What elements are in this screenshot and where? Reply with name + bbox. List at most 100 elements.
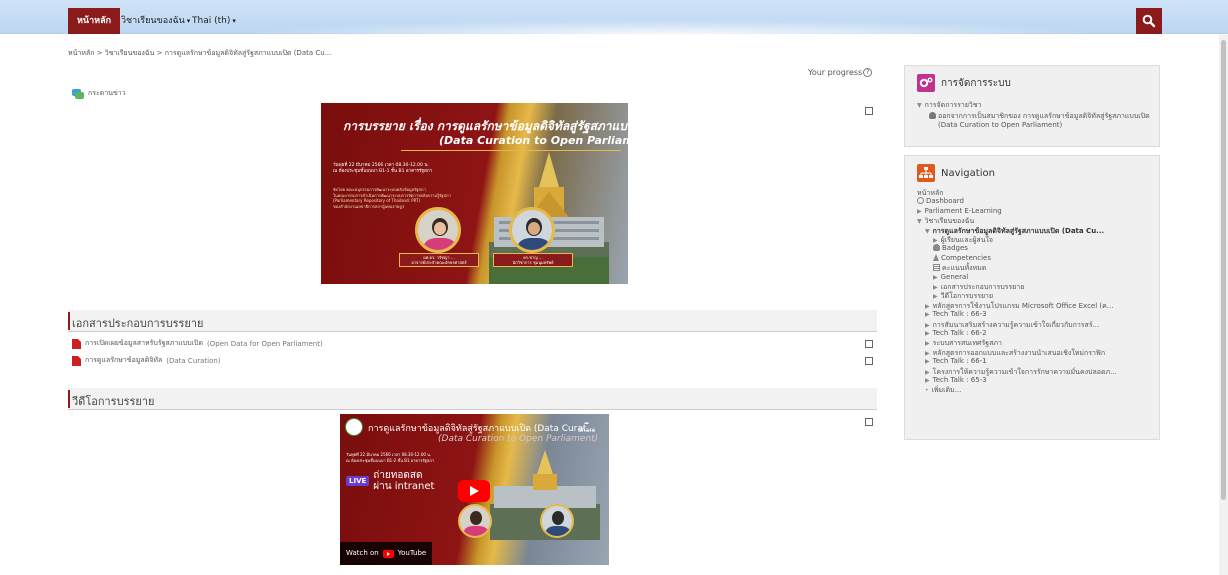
- speaker-2-photo: [540, 504, 574, 538]
- collapsed-icon: ▶: [925, 330, 930, 337]
- nav-item-label: Tech Talk : 66-2: [932, 329, 987, 337]
- breadcrumb[interactable]: หน้าหลัก > วิชาเรียนของฉัน > การดูแลรักษ…: [68, 48, 331, 59]
- nav-item-label: การสัมนาเสริมสร้างความรู้ความเข้าใจเกี่ย…: [932, 320, 1100, 329]
- section-accent: [68, 390, 70, 408]
- collapsed-icon: ▶: [925, 377, 930, 384]
- help-icon[interactable]: ?: [863, 68, 873, 77]
- nav-language-menu[interactable]: Thai (th) ▾: [192, 8, 236, 34]
- unenrol-course-name: (Data Curation to Open Parliament): [938, 121, 1063, 129]
- course-admin-label: การจัดการรายวิชา: [924, 101, 982, 109]
- nav-item-label: Dashboard: [926, 197, 964, 206]
- search-button[interactable]: [1136, 8, 1162, 34]
- nav-item-label: General: [940, 272, 969, 281]
- nav-item-label: ผู้เรียนและผู้สนใจ: [940, 236, 994, 244]
- banner-venue: ณ ห้องประชุมชั้นบนบา B1-1 ชั้น B1 อาคารร…: [333, 169, 433, 174]
- banner-subtitle: (Data Curation to Open Parliament): [439, 134, 628, 147]
- nav-language-label: Thai (th): [192, 16, 231, 26]
- nav-home-link[interactable]: หน้าหลัก: [68, 8, 121, 34]
- collapsed-icon: ▶: [917, 207, 922, 215]
- cogs-icon: [917, 74, 935, 92]
- scrollbar-thumb[interactable]: [1221, 40, 1226, 500]
- resource-suffix: (Open Data for Open Parliament): [207, 339, 323, 348]
- live-indicator: LIVE ถ่ายทอดสด ผ่าน intranet: [346, 470, 434, 492]
- live-text-line1: ถ่ายทอดสด: [373, 470, 423, 481]
- collapsed-icon: ▶: [933, 293, 938, 301]
- news-forum-label: กระดานข่าว: [88, 89, 126, 97]
- course-admin-node[interactable]: ▼ การจัดการรายวิชา: [917, 100, 982, 111]
- bullet-icon: •: [925, 387, 929, 395]
- banner-organizer-info: จัดโดย คณะอนุกรรมการพัฒนาระบบคลังข้อมูลร…: [333, 187, 451, 209]
- badge-icon: [933, 244, 940, 252]
- completion-checkbox[interactable]: [865, 357, 873, 365]
- grades-icon: [933, 264, 940, 272]
- collapsed-icon: ▶: [925, 349, 930, 357]
- speaker-1-photo: [415, 207, 461, 253]
- speaker-1-nameplate: ผศ.ดร. วรัชญา ... อาจารย์ประจำคณะอักษรศา…: [399, 253, 479, 267]
- completion-checkbox[interactable]: [865, 418, 873, 426]
- nav-item[interactable]: Dashboard: [917, 197, 964, 205]
- live-text: ถ่ายทอดสด ผ่าน intranet: [373, 470, 434, 492]
- watch-on-label: Watch on: [346, 549, 379, 557]
- navbar-decoration: [240, 20, 1100, 48]
- nav-item-label: เอกสารประกอบการบรรยาย: [940, 283, 1025, 291]
- nav-item[interactable]: ▶ Tech Talk : 66-3: [925, 310, 987, 318]
- nav-item[interactable]: ▶ Tech Talk : 66-2: [925, 329, 987, 337]
- sitemap-icon: [917, 164, 935, 182]
- block-title: Navigation: [941, 167, 995, 179]
- completion-checkbox[interactable]: [865, 107, 873, 115]
- nav-item-label: ระบบสารสนเทศรัฐสภา: [932, 339, 1002, 348]
- collapsed-icon: ▶: [925, 358, 930, 366]
- nav-item[interactable]: • เพิ่มเติม...: [925, 385, 961, 396]
- section-lecture-video: วีดีโอการบรรยาย: [68, 388, 877, 410]
- share-button[interactable]: ➦ Share: [578, 420, 595, 434]
- expanded-icon: ▼: [917, 218, 922, 226]
- collapsed-icon: ▶: [925, 321, 930, 329]
- competencies-icon: [933, 253, 939, 261]
- resource-data-curation-link[interactable]: การดูแลรักษาข้อมูลดิจิทัล (Data Curation…: [72, 355, 221, 366]
- navigation-block: Navigation หน้าหลัก Dashboard ▶ Parliament …: [904, 155, 1160, 440]
- collapsed-icon: ▶: [925, 340, 930, 348]
- nav-my-courses-label: วิชาเรียนของฉัน: [121, 16, 185, 26]
- news-forum-link[interactable]: กระดานข่าว: [72, 88, 126, 99]
- youtube-video-embed[interactable]: การดูแลรักษาข้อมูลดิจิทัลสู่รัฐสภาแบบเปิ…: [340, 414, 609, 565]
- pdf-icon: [72, 338, 81, 349]
- administration-block: การจัดการระบบ ▼ การจัดการรายวิชา ออกจากกา…: [904, 65, 1160, 147]
- completion-checkbox[interactable]: [865, 340, 873, 348]
- speaker-2-photo: [509, 207, 555, 253]
- nav-item-label: หลักสูตรการใช้งานโปรแกรม Microsoft Offic…: [932, 301, 1114, 310]
- nav-item[interactable]: Competencies: [933, 253, 991, 262]
- progress-label: Your progress: [808, 68, 863, 77]
- speaker-1-photo: [458, 504, 492, 538]
- collapsed-icon: ▶: [925, 302, 930, 310]
- nav-item-label: โครงการให้ความรู้ความเข้าใจการรักษาความม…: [932, 367, 1117, 376]
- collapsed-icon: ▶: [933, 273, 938, 281]
- caret-down-icon: ▾: [232, 17, 236, 25]
- nav-item-label: หลักสูตรการออกแบบและสร้างงานนำเสนอเชิงให…: [932, 348, 1106, 357]
- search-icon: [1142, 14, 1156, 28]
- play-button[interactable]: [458, 480, 490, 502]
- collapsed-icon: ▶: [925, 311, 930, 319]
- nav-item[interactable]: ▶ Parliament E-Learning: [917, 207, 1002, 215]
- nav-item[interactable]: ▶ Tech Talk : 66-1: [925, 357, 987, 365]
- nav-item-label: วิชาเรียนของฉัน: [924, 217, 975, 226]
- block-title: การจัดการระบบ: [941, 77, 1011, 89]
- top-navbar: หน้าหลัก วิชาเรียนของฉัน ▾ Thai (th) ▾: [0, 0, 1228, 48]
- watch-on-youtube-button[interactable]: Watch on YouTube: [340, 542, 433, 565]
- channel-logo[interactable]: [345, 418, 363, 436]
- youtube-icon: [382, 549, 394, 558]
- resource-label: การเปิดเผยข้อมูลสาหรับรัฐสภาแบบเปิด: [85, 339, 204, 347]
- section-title: เอกสารประกอบการบรรยาย: [72, 317, 204, 330]
- nav-my-courses-menu[interactable]: วิชาเรียนของฉัน ▾: [121, 8, 190, 34]
- video-title[interactable]: การดูแลรักษาข้อมูลดิจิทัลสู่รัฐสภาแบบเปิ…: [368, 421, 595, 435]
- resource-label: การดูแลรักษาข้อมูลดิจิทัล: [85, 356, 163, 364]
- nav-item[interactable]: ▶ Tech Talk : 65-3: [925, 376, 987, 384]
- nav-item-label: หน้าหลัก: [917, 189, 944, 197]
- section-lecture-documents: เอกสารประกอบการบรรยาย: [68, 310, 877, 332]
- youtube-label: YouTube: [397, 549, 427, 557]
- nav-item[interactable]: Badges: [933, 244, 968, 252]
- nav-item[interactable]: ▶ General: [933, 273, 968, 281]
- share-label: Share: [578, 427, 596, 434]
- resource-open-data-link[interactable]: การเปิดเผยข้อมูลสาหรับรัฐสภาแบบเปิด (Ope…: [72, 338, 323, 349]
- video-venue: ณ ห้องประชุมชั้นบนบา B1-2 ชั้น B1 อาคารร…: [346, 457, 435, 463]
- nav-item-label: Tech Talk : 66-1: [932, 357, 987, 366]
